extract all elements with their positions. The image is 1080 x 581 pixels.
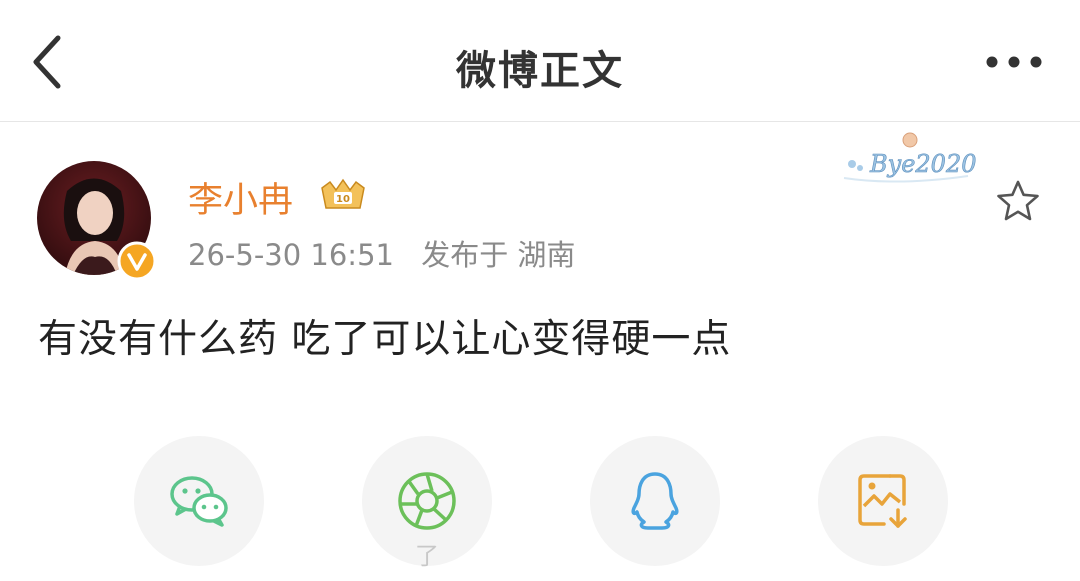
post-meta: 26-5-30 16:51 发布于 湖南: [188, 232, 593, 274]
share-wechat-button[interactable]: [134, 436, 264, 566]
post-date: 26-5-30 16:51: [188, 238, 394, 272]
author-name[interactable]: 李小冉: [188, 172, 293, 223]
more-button[interactable]: [984, 50, 1044, 74]
author-avatar[interactable]: [37, 161, 157, 281]
top-navigation-bar: 微博正文: [0, 0, 1080, 122]
verified-badge-icon: [117, 241, 157, 281]
sticker-text: Bye2020: [869, 150, 976, 178]
qq-icon: [631, 472, 679, 530]
more-dots-icon: [986, 56, 1042, 68]
share-qq-button[interactable]: [590, 436, 720, 566]
svg-text:10: 10: [336, 194, 350, 205]
save-image-icon: [858, 474, 907, 528]
wechat-icon: [170, 476, 228, 527]
watermark-text: 了: [415, 542, 439, 570]
star-icon: [997, 180, 1039, 221]
bye2020-sticker: Bye2020: [838, 128, 988, 188]
page-title: 微博正文: [456, 48, 624, 94]
moments-icon: [398, 472, 456, 530]
save-image-button[interactable]: [818, 436, 948, 566]
post-content: 有没有什么药 吃了可以让心变得硬一点: [38, 317, 732, 362]
post-location: 发布于 湖南: [421, 238, 576, 272]
vip-crown-icon: 10: [318, 178, 368, 212]
favorite-button[interactable]: [995, 178, 1041, 224]
